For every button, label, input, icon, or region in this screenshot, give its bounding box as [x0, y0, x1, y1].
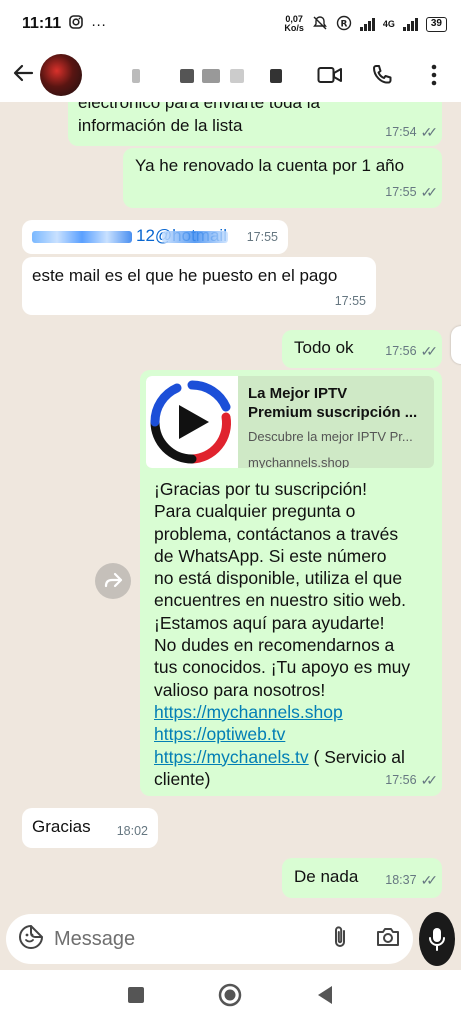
- avatar[interactable]: [40, 54, 82, 96]
- instagram-icon: [69, 15, 83, 33]
- message-text: De nada: [294, 867, 359, 886]
- message-body: ¡Gracias por tu suscripción! Para cualqu…: [154, 478, 439, 790]
- system-nav-bar: [0, 970, 461, 1024]
- link-optiweb[interactable]: https://optiweb.tv: [154, 724, 285, 744]
- status-time: 11:11: [22, 15, 62, 32]
- message-time: 18:02: [116, 824, 148, 838]
- back-nav-icon[interactable]: [316, 985, 334, 1010]
- mic-icon[interactable]: [419, 912, 455, 966]
- message-line: Para cualquier pregunta o: [154, 501, 356, 522]
- message-line: problema, contáctanos a través: [154, 523, 399, 544]
- network-type: 4G: [382, 19, 395, 29]
- message-text: información de la lista: [78, 116, 243, 135]
- message-incoming[interactable]: este mail es el que he puesto en el pago…: [22, 257, 376, 315]
- phone-icon[interactable]: [369, 62, 395, 88]
- message-text: Todo ok: [294, 338, 354, 357]
- video-call-icon[interactable]: [317, 62, 343, 88]
- read-ticks-icon: ✓✓: [420, 184, 439, 200]
- chat-area[interactable]: electrónico para enviarte toda la inform…: [0, 102, 461, 908]
- message-time: 18:37: [385, 873, 417, 887]
- registered-icon: R: [336, 15, 352, 34]
- signal-icon: [359, 17, 375, 31]
- message-outgoing-link-preview[interactable]: La Mejor IPTV Premium suscripción ... De…: [140, 370, 442, 796]
- message-time: 17:56: [385, 344, 417, 358]
- side-panel-handle[interactable]: [451, 326, 461, 364]
- recents-icon[interactable]: [127, 986, 145, 1009]
- message-incoming[interactable]: 12@hotmail.co 17:55: [22, 220, 288, 254]
- attach-icon[interactable]: [329, 924, 351, 955]
- preview-description: Descubre la mejor IPTV Pr...: [248, 429, 413, 444]
- message-input-container[interactable]: [6, 914, 413, 964]
- chat-header: [0, 48, 461, 102]
- message-text-clipped: electrónico para enviarte toda la: [78, 102, 320, 112]
- message-line: no está disponible, utiliza el que: [154, 568, 403, 589]
- more-vert-icon[interactable]: [421, 62, 447, 88]
- status-bar: 11:11 ··· 0,07 Ko/s R 4G 39: [0, 0, 461, 48]
- message-line: tus conocidos. ¡Tu apoyo es muy: [154, 657, 411, 678]
- battery-icon: 39: [425, 16, 447, 32]
- svg-text:R: R: [340, 19, 347, 29]
- message-time: 17:54: [385, 125, 417, 139]
- link-preview-card[interactable]: La Mejor IPTV Premium suscripción ... De…: [146, 376, 434, 468]
- preview-title: La Mejor IPTV: [248, 385, 348, 402]
- message-time: 17:56: [385, 773, 417, 787]
- link-mychanels-tv[interactable]: https://mychanels.tv: [154, 747, 309, 767]
- read-ticks-icon: ✓✓: [420, 872, 439, 888]
- alarm-off-icon: [312, 15, 328, 34]
- forward-icon[interactable]: [95, 563, 131, 599]
- preview-title-2: Premium suscripción ...: [248, 404, 418, 421]
- message-outgoing[interactable]: electrónico para enviarte toda la inform…: [68, 102, 442, 146]
- message-time: 17:55: [334, 294, 366, 308]
- contact-name-redacted[interactable]: [94, 65, 317, 85]
- link-mychannels-shop[interactable]: https://mychannels.shop: [154, 702, 343, 722]
- message-outgoing[interactable]: Todo ok 17:56 ✓✓: [282, 330, 442, 368]
- message-line: de WhatsApp. Si este número: [154, 545, 387, 566]
- message-line: ¡Gracias por tu suscripción!: [154, 479, 367, 499]
- message-line: No dudes en recomendarnos a: [154, 635, 395, 656]
- read-ticks-icon: ✓✓: [420, 343, 439, 359]
- read-ticks-icon: ✓✓: [420, 124, 439, 140]
- signal-icon-2: [402, 17, 418, 31]
- iptv-logo-icon: [146, 376, 238, 468]
- message-incoming[interactable]: Gracias 18:02: [22, 808, 158, 848]
- message-input[interactable]: [54, 927, 319, 951]
- network-speed: 0,07 Ko/s: [284, 14, 304, 33]
- message-input-bar: [0, 908, 461, 970]
- message-line: ( Servicio al: [308, 746, 405, 767]
- message-text: 12@hotmail.co: [32, 225, 228, 247]
- message-time: 17:55: [385, 185, 417, 199]
- message-text: este mail es el que he puesto en el pago: [32, 266, 338, 285]
- read-ticks-icon: ✓✓: [420, 772, 439, 788]
- camera-icon[interactable]: [375, 925, 401, 954]
- message-text: Ya he renovado la cuenta por 1 año: [135, 156, 405, 175]
- message-text: Gracias: [32, 817, 91, 836]
- message-line: encuentres en nuestro sitio web.: [154, 590, 406, 611]
- home-icon[interactable]: [218, 983, 242, 1012]
- message-line: valioso para nosotros!: [154, 679, 326, 700]
- sticker-icon[interactable]: [18, 924, 44, 955]
- back-arrow-icon[interactable]: [8, 60, 38, 91]
- message-outgoing[interactable]: Ya he renovado la cuenta por 1 año 17:55…: [123, 148, 442, 208]
- preview-domain: mychannels.shop: [248, 455, 350, 468]
- message-time: 17:55: [246, 230, 278, 244]
- more-notifications-icon: ···: [91, 15, 107, 33]
- message-outgoing[interactable]: De nada 18:37 ✓✓: [282, 858, 442, 898]
- message-line: ¡Estamos aquí para ayudarte!: [154, 612, 385, 633]
